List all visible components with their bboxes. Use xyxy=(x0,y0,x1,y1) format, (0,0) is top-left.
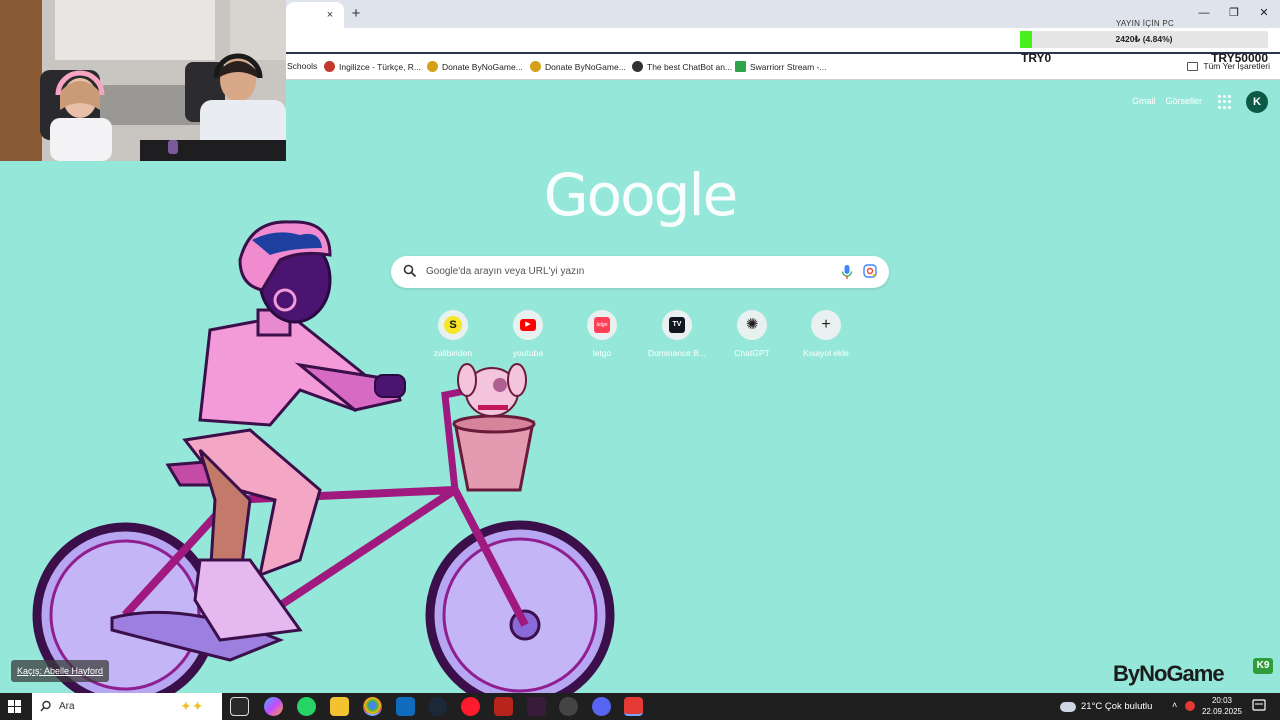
task-view-icon[interactable] xyxy=(230,697,249,716)
chevron-up-icon[interactable]: ˄ xyxy=(1172,700,1177,711)
chatgpt-icon: ✺ xyxy=(745,316,759,333)
outlook-icon[interactable] xyxy=(396,697,415,716)
donation-goal-min: TRY0 xyxy=(1021,51,1052,65)
bookmark-item[interactable]: Donate ByNoGame... xyxy=(530,61,626,72)
account-avatar[interactable]: K xyxy=(1246,91,1268,113)
donation-goal-text: 2420₺ (4.84%) xyxy=(1115,34,1173,44)
search-icon xyxy=(40,700,51,712)
discord-icon[interactable] xyxy=(592,697,611,716)
images-link[interactable]: Görseller xyxy=(1165,96,1202,106)
microphone-icon[interactable] xyxy=(841,264,853,280)
bynogame-icon xyxy=(530,61,541,72)
chrome-icon[interactable] xyxy=(363,697,382,716)
sparkle-icon: ✦✦ xyxy=(180,698,204,714)
webcam-image xyxy=(0,0,286,161)
google-lens-icon[interactable] xyxy=(863,264,877,278)
kick-badge: K9 xyxy=(1253,658,1273,674)
restore-button[interactable]: ❐ xyxy=(1222,4,1246,22)
bookmark-label: Ingilizce - Türkçe, R... xyxy=(339,61,422,72)
tray-app-icon[interactable] xyxy=(1185,701,1196,711)
kick-icon xyxy=(735,61,746,72)
clock-time: 20:03 xyxy=(1211,696,1233,705)
minimize-button[interactable]: — xyxy=(1192,4,1216,22)
new-tab-button[interactable]: + xyxy=(346,4,366,24)
background-illustration xyxy=(32,220,615,693)
bookmark-item[interactable]: Ingilizce - Türkçe, R... xyxy=(324,61,421,72)
donation-goal-bar: 2420₺ (4.84%) xyxy=(1020,31,1268,48)
add-shortcut-button[interactable]: + Kısayol ekle xyxy=(796,310,856,358)
bookmark-item[interactable]: Schools xyxy=(287,61,317,71)
close-window-button[interactable]: ✕ xyxy=(1252,4,1276,22)
system-tray: ˄ xyxy=(1172,700,1196,711)
windows-start-icon[interactable] xyxy=(8,700,21,713)
bookmark-label: The best ChatBot an... xyxy=(647,61,733,72)
copilot-icon[interactable] xyxy=(264,697,283,716)
bookmark-item[interactable]: Swarriorr Stream -... xyxy=(735,61,827,72)
bookmarks-bar: Schools Ingilizce - Türkçe, R... Donate … xyxy=(286,54,1280,80)
google-top-links: Gmail Görseller xyxy=(1132,96,1202,106)
weather-widget[interactable]: 21°C Çok bulutlu xyxy=(1060,693,1152,720)
donation-goal-max: TRY50000 xyxy=(1211,51,1268,65)
notification-icon[interactable] xyxy=(1252,699,1266,713)
clock-date: 22.09.2025 xyxy=(1201,707,1243,716)
steam-icon[interactable] xyxy=(428,697,447,716)
bynogame-logo: ByNoGame xyxy=(1113,661,1225,686)
webcam-overlay xyxy=(0,0,286,161)
tradingview-icon: TV xyxy=(669,317,685,333)
cloud-icon xyxy=(1060,701,1076,712)
game-app-icon[interactable] xyxy=(494,697,513,716)
folder-icon xyxy=(1187,61,1199,71)
bynogame-icon xyxy=(427,61,438,72)
bookmark-label: Donate ByNoGame... xyxy=(545,61,626,72)
bookmark-label: Swarriorr Stream -... xyxy=(750,61,827,72)
gmail-link[interactable]: Gmail xyxy=(1132,96,1156,106)
taskbar-clock[interactable]: 20:03 22.09.2025 xyxy=(1200,695,1244,717)
tab-close-icon[interactable]: × xyxy=(322,7,338,23)
whatsapp-icon[interactable] xyxy=(297,697,316,716)
bookmark-label: Schools xyxy=(287,61,318,71)
obs-icon[interactable] xyxy=(559,697,578,716)
file-explorer-icon[interactable] xyxy=(330,697,349,716)
now-playing-song: Kaçış: Abelle Hayford xyxy=(11,660,110,682)
opera-icon[interactable] xyxy=(461,697,480,716)
google-apps-icon[interactable] xyxy=(1218,95,1232,109)
shortcut-label: ChatGPT xyxy=(734,348,770,358)
bookmark-item[interactable]: Donate ByNoGame... xyxy=(427,61,523,72)
shortcut-label: Dominance B... xyxy=(647,348,707,358)
bookmark-item[interactable]: The best ChatBot an... xyxy=(632,61,732,72)
bookmark-label: Donate ByNoGame... xyxy=(442,61,523,72)
taskbar: Ara ✦✦ 21°C Çok bulutlu ˄ 20:03 22.09.20… xyxy=(0,693,1280,720)
taskbar-search[interactable]: Ara ✦✦ xyxy=(32,693,222,720)
chatbot-icon xyxy=(632,61,643,72)
donation-goal-title: YAYIN İÇİN PC xyxy=(1115,19,1175,28)
shortcut-label: Kısayol ekle xyxy=(803,348,849,358)
plus-icon: + xyxy=(821,316,831,333)
media-app-icon[interactable] xyxy=(527,697,546,716)
dictionary-icon xyxy=(324,61,335,72)
browser-tab[interactable]: × xyxy=(286,2,344,28)
streaming-app-icon[interactable] xyxy=(624,697,643,716)
shortcut-tile[interactable]: TV Dominance B... xyxy=(647,310,707,358)
weather-text: 21°C Çok bulutlu xyxy=(1081,701,1153,712)
taskbar-search-input[interactable]: Ara xyxy=(59,693,75,720)
shortcut-tile[interactable]: ✺ ChatGPT xyxy=(722,310,782,358)
